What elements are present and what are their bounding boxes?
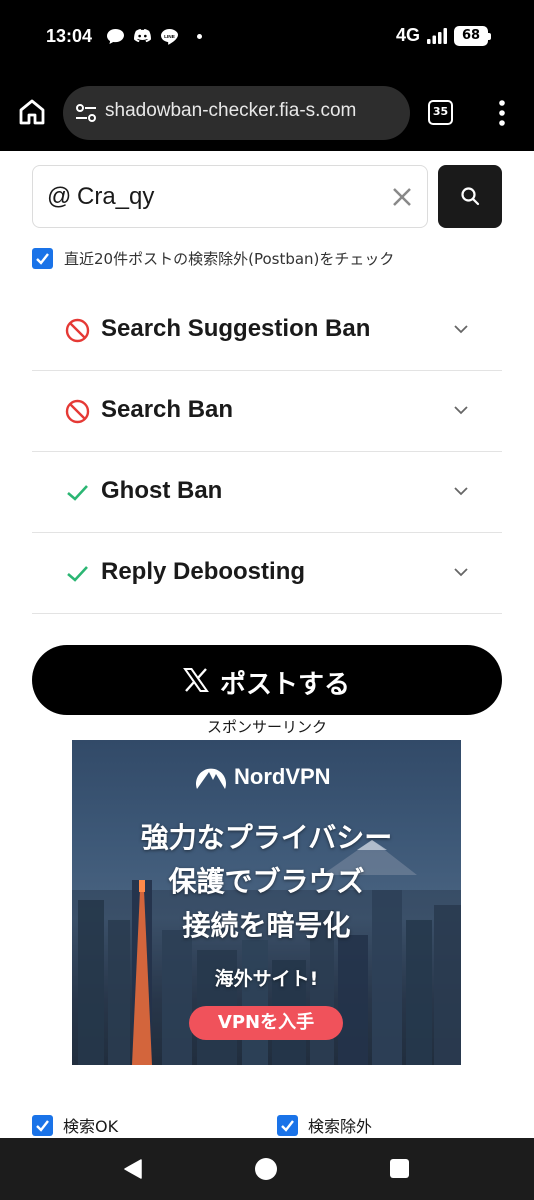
chat-bubble-icon — [107, 28, 124, 45]
chevron-down-icon[interactable] — [454, 324, 468, 334]
address-bar[interactable]: shadowban-checker.fia-s.com — [63, 86, 410, 140]
home-icon[interactable] — [16, 96, 48, 128]
status-bar: 13:04 LINE 4G 68 — [0, 0, 534, 76]
search-value: Cra_qy — [77, 183, 155, 210]
result-item-reply-deboosting[interactable]: Reply Deboosting — [32, 533, 502, 614]
result-item-search-suggestion-ban[interactable]: Search Suggestion Ban — [32, 290, 502, 371]
ad-headline-3: 接続を暗号化 — [182, 909, 351, 942]
result-label: Ghost Ban — [101, 477, 223, 504]
ad-headline-2: 保護でブラウズ — [168, 865, 365, 898]
page-content: @ Cra_qy 直近20件ポストの検索除外(Postban)をチェック Sea… — [0, 151, 534, 1138]
checkmark-icon — [67, 566, 88, 582]
nordvpn-mountain-icon — [196, 768, 226, 789]
browser-toolbar: shadowban-checker.fia-s.com 35 — [0, 76, 534, 151]
search-button[interactable] — [438, 165, 502, 228]
back-icon[interactable] — [122, 1158, 144, 1180]
filter-search-ok[interactable]: 検索OK — [32, 1113, 118, 1137]
line-icon: LINE — [161, 28, 178, 45]
site-info-icon[interactable] — [75, 102, 97, 124]
sponsor-label: スポンサーリンク — [206, 718, 327, 736]
chevron-down-icon[interactable] — [454, 567, 468, 577]
at-prefix: @ — [47, 183, 72, 210]
filter-label: 検索除外 — [308, 1117, 373, 1136]
ad-headline-1: 強力なプライバシー — [140, 821, 393, 854]
prohibited-icon — [65, 399, 90, 424]
home-nav-icon[interactable] — [255, 1158, 277, 1180]
postban-check[interactable]: 直近20件ポストの検索除外(Postban)をチェック — [32, 248, 394, 269]
result-label: Search Suggestion Ban — [101, 315, 371, 342]
discord-icon — [134, 28, 151, 43]
chevron-down-icon[interactable] — [454, 486, 468, 496]
close-icon[interactable] — [391, 186, 413, 208]
signal-icon — [427, 27, 447, 44]
network-type: 4G — [395, 25, 420, 45]
checkbox-checked-icon[interactable] — [277, 1114, 298, 1136]
status-time: 13:04 — [46, 26, 93, 46]
checkbox-checked-icon[interactable] — [32, 248, 53, 269]
tabs-icon[interactable]: 35 — [428, 100, 453, 125]
result-item-search-ban[interactable]: Search Ban — [32, 371, 502, 452]
result-list: Search Suggestion Ban Search Ban Ghost B… — [32, 290, 502, 614]
chevron-down-icon[interactable] — [454, 405, 468, 415]
postban-check-label: 直近20件ポストの検索除外(Postban)をチェック — [64, 250, 395, 268]
x-logo-icon — [183, 668, 209, 692]
dot-icon — [197, 34, 202, 39]
system-nav-bar — [0, 1138, 534, 1200]
post-button-label: ポストする — [220, 670, 351, 700]
svg-text:LINE: LINE — [164, 34, 175, 40]
filter-label: 検索OK — [63, 1117, 119, 1136]
recent-apps-icon[interactable] — [390, 1159, 409, 1178]
ad-cta-button[interactable]: VPNを入手 — [189, 1006, 343, 1040]
search-input[interactable]: @ Cra_qy — [32, 165, 428, 228]
post-button[interactable]: ポストする — [32, 645, 502, 715]
url-text: shadowban-checker.fia-s.com — [105, 100, 357, 121]
nordvpn-logo: NordVPN — [194, 762, 331, 792]
filter-search-excluded[interactable]: 検索除外 — [277, 1113, 372, 1137]
result-label: Reply Deboosting — [101, 558, 306, 585]
prohibited-icon — [65, 318, 90, 343]
ad-brand: NordVPN — [234, 764, 331, 789]
status-right: 4G 68 — [395, 25, 491, 46]
checkbox-checked-icon[interactable] — [32, 1114, 53, 1136]
search-icon — [461, 187, 480, 206]
checkmark-icon — [67, 485, 88, 501]
ad-subtext: 海外サイト! — [214, 968, 319, 990]
battery-icon: 68 — [454, 25, 491, 46]
result-item-ghost-ban[interactable]: Ghost Ban — [32, 452, 502, 533]
notification-icons: LINE — [106, 28, 202, 45]
result-label: Search Ban — [101, 396, 234, 423]
ad-banner[interactable]: NordVPN 強力なプライバシー 保護でブラウズ 接続を暗号化 海外サイト! … — [72, 740, 461, 1065]
menu-icon[interactable] — [492, 98, 512, 128]
